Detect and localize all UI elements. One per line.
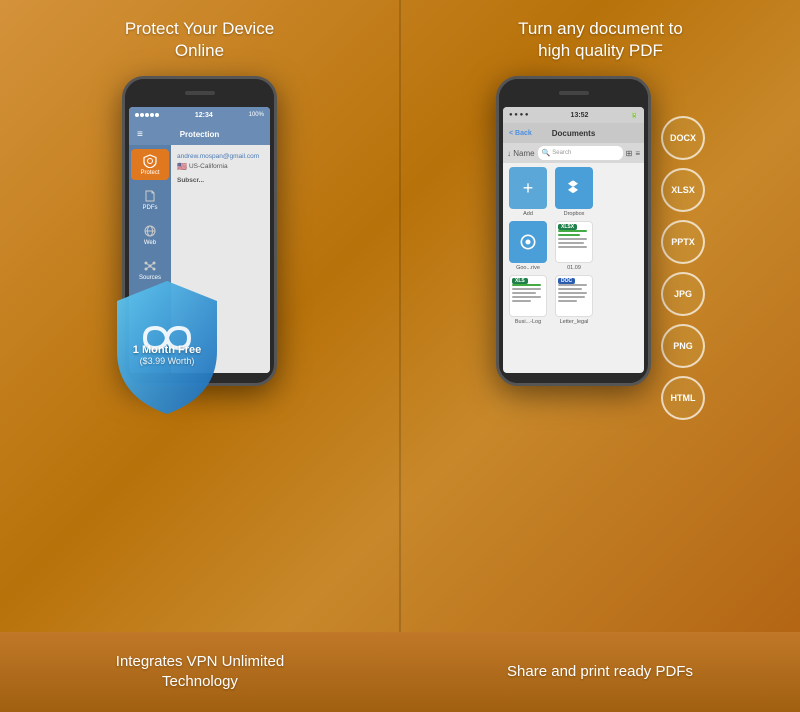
signal-dots	[135, 113, 159, 117]
sidebar-web[interactable]: Web	[131, 219, 169, 250]
phone-top-right	[499, 79, 648, 107]
battery-label: 100%	[249, 112, 264, 118]
bottom-right-text: Share and print ready PDFs	[507, 662, 693, 682]
badge-docx: DOCX	[661, 116, 705, 160]
location-text: US-California	[189, 163, 228, 170]
user-email: andrew.mospan@gmail.com	[177, 153, 264, 160]
web-label: Web	[133, 240, 167, 246]
protect-label: Protect	[133, 170, 167, 176]
xlsx-badge: XLSX	[558, 224, 577, 230]
add-doc-icon[interactable]: +	[509, 167, 547, 209]
nav-title-left: Protection	[180, 130, 220, 139]
status-time-left: 12:34	[195, 112, 213, 119]
bottom-left: Integrates VPN Unlimited Technology	[0, 632, 400, 712]
vpn-shield: 1 Month Free ($3.99 Worth)	[107, 276, 227, 416]
docs-grid: + Add Dro	[503, 163, 644, 329]
xlsx-doc-label: 01.09	[567, 265, 581, 271]
search-magnifier-icon: 🔍	[542, 149, 551, 157]
sources-icon	[142, 258, 158, 274]
list-item[interactable]: Dropbox	[553, 167, 595, 217]
xls-doc-label: Busi...-Log	[515, 319, 541, 325]
protect-icon	[142, 153, 158, 169]
left-phone-area: 12:34 100% ≡ Protection	[122, 76, 277, 386]
docs-toolbar: ↓ Name 🔍 Search ⊞ ≡	[503, 143, 644, 163]
right-phone: ● ● ● ● 13:52 🔋 < Back Documents ↓ N	[496, 76, 651, 386]
hamburger-icon[interactable]: ≡	[137, 129, 143, 140]
dot1	[135, 113, 139, 117]
doc-badge: DOC	[558, 278, 575, 284]
shield-sub-text: ($3.99 Worth)	[107, 356, 227, 366]
search-box[interactable]: 🔍 Search	[538, 146, 623, 160]
list-item[interactable]: Goo...rive	[507, 221, 549, 271]
right-panel-title: Turn any document to high quality PDF	[518, 18, 683, 62]
badge-xlsx: XLSX	[661, 168, 705, 212]
dot4	[150, 113, 154, 117]
phone-screen-right: ● ● ● ● 13:52 🔋 < Back Documents ↓ N	[503, 107, 644, 373]
docs-nav: < Back Documents	[503, 123, 644, 143]
pdf-icon	[142, 188, 158, 204]
dots-right: ● ● ● ●	[509, 112, 529, 118]
docs-title: Documents	[552, 129, 596, 138]
badge-png: PNG	[661, 324, 705, 368]
status-bar-right: ● ● ● ● 13:52 🔋	[503, 107, 644, 123]
format-badges-list: DOCX XLSX PPTX JPG PNG HTML	[661, 116, 705, 420]
grid-view-icon[interactable]: ⊞	[626, 149, 633, 158]
dropbox-label: Dropbox	[564, 211, 585, 217]
sort-icon[interactable]: ↓ Name	[507, 149, 535, 158]
shield-text-container: 1 Month Free ($3.99 Worth)	[107, 344, 227, 366]
phone-bottom-right	[499, 373, 648, 383]
battery-right: 🔋	[631, 112, 638, 119]
list-item[interactable]: XLS	[507, 275, 549, 325]
dropbox-icon[interactable]	[555, 167, 593, 209]
xls-badge: XLS	[512, 278, 528, 284]
status-right-left: 100%	[249, 112, 264, 118]
status-bar-left: 12:34 100%	[129, 107, 270, 123]
badge-pptx: PPTX	[661, 220, 705, 264]
flag-icon: 🇺🇸	[177, 162, 187, 171]
user-info: andrew.mospan@gmail.com 🇺🇸 US-California	[171, 145, 270, 175]
left-panel-title: Protect Your Device Online	[125, 18, 274, 62]
status-time-right: 13:52	[571, 112, 589, 119]
right-phone-area: ● ● ● ● 13:52 🔋 < Back Documents ↓ N	[496, 76, 705, 420]
badge-html: HTML	[661, 376, 705, 420]
doc-file-label: Letter_legal	[560, 319, 589, 325]
sidebar-pdfs[interactable]: PDFs	[131, 184, 169, 215]
list-item[interactable]: + Add	[507, 167, 549, 217]
add-doc-label: Add	[523, 211, 533, 217]
user-location: 🇺🇸 US-California	[177, 162, 264, 171]
subscribe-text: Subscr...	[171, 175, 270, 186]
sidebar-protect[interactable]: Protect	[131, 149, 169, 180]
bottom-section: Integrates VPN Unlimited Technology Shar…	[0, 632, 800, 712]
list-item[interactable]: DOC	[553, 275, 595, 325]
doc-file-icon[interactable]: DOC	[555, 275, 593, 317]
app-background: Protect Your Device Online	[0, 0, 800, 712]
pdfs-label: PDFs	[133, 205, 167, 211]
gdrive-label: Goo...rive	[516, 265, 540, 271]
top-section: Protect Your Device Online	[0, 0, 800, 632]
xlsx-doc-icon[interactable]: XLSX	[555, 221, 593, 263]
dot3	[145, 113, 149, 117]
gdrive-icon[interactable]	[509, 221, 547, 263]
bottom-left-text: Integrates VPN Unlimited Technology	[116, 652, 284, 693]
phone-top-left	[125, 79, 274, 107]
search-placeholder: Search	[552, 150, 571, 156]
xls-doc-icon[interactable]: XLS	[509, 275, 547, 317]
right-panel: Turn any document to high quality PDF ● …	[401, 0, 800, 632]
left-panel: Protect Your Device Online	[0, 0, 399, 632]
dot5	[155, 113, 159, 117]
shield-main-text: 1 Month Free	[107, 344, 227, 356]
list-item[interactable]: XLSX	[553, 221, 595, 271]
web-icon	[142, 223, 158, 239]
speaker-right	[559, 91, 589, 95]
speaker	[185, 91, 215, 95]
dot2	[140, 113, 144, 117]
back-button[interactable]: < Back	[509, 130, 532, 137]
list-view-icon[interactable]: ≡	[635, 149, 640, 158]
badge-jpg: JPG	[661, 272, 705, 316]
bottom-right: Share and print ready PDFs	[400, 632, 800, 712]
signal-right: ● ● ● ●	[509, 112, 529, 118]
nav-bar-left: ≡ Protection	[129, 123, 270, 145]
